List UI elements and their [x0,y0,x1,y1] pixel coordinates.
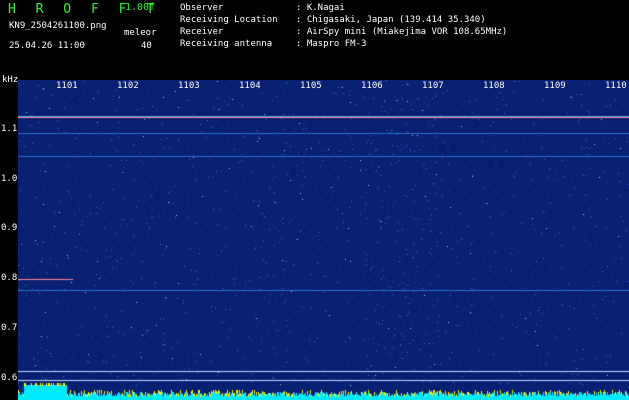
x-tick-label: 1104 [239,81,261,91]
y-unit-label: kHz [2,75,19,85]
waterfall-spectrogram [18,80,629,400]
receiver-key: Receiver [180,27,224,37]
waterfall-canvas [18,80,629,400]
header: H R O F F T 1.00f KN9_2504261100.png mel… [0,0,629,80]
meleor-count: 40 [141,41,152,51]
x-tick-label: 1107 [422,81,444,91]
x-tick-label: 1105 [300,81,322,91]
datetime-label: 25.04.26 11:00 [9,41,85,51]
x-tick-label: 1106 [361,81,383,91]
y-tick-label: 0.7 [1,323,18,333]
y-tick-label: 0.9 [1,223,18,233]
y-tick-label: 1.0 [1,174,18,184]
antenna-key: Receiving antenna [180,39,273,49]
x-tick-label: 1109 [544,81,566,91]
x-tick-label: 1110 [605,81,627,91]
version-label: 1.00f [125,2,156,13]
y-tick-label: 1.1 [1,124,18,134]
filename-label: KN9_2504261100.png [9,21,107,31]
x-tick-label: 1101 [56,81,78,91]
location-value: : Chigasaki, Japan (139.414 35.340) [296,15,486,25]
y-tick-label: 0.6 [1,373,18,383]
x-tick-label: 1102 [117,81,139,91]
x-tick-label: 1103 [178,81,200,91]
location-key: Receiving Location [180,15,278,25]
meleor-label: meleor [124,28,157,38]
receiver-value: : AirSpy mini (Miakejima VOR 108.65MHz) [296,27,508,37]
x-tick-label: 1108 [483,81,505,91]
observer-value: : K.Nagai [296,3,345,13]
y-tick-label: 0.8 [1,273,18,283]
antenna-value: : Maspro FM-3 [296,39,367,49]
observer-key: Observer [180,3,224,13]
